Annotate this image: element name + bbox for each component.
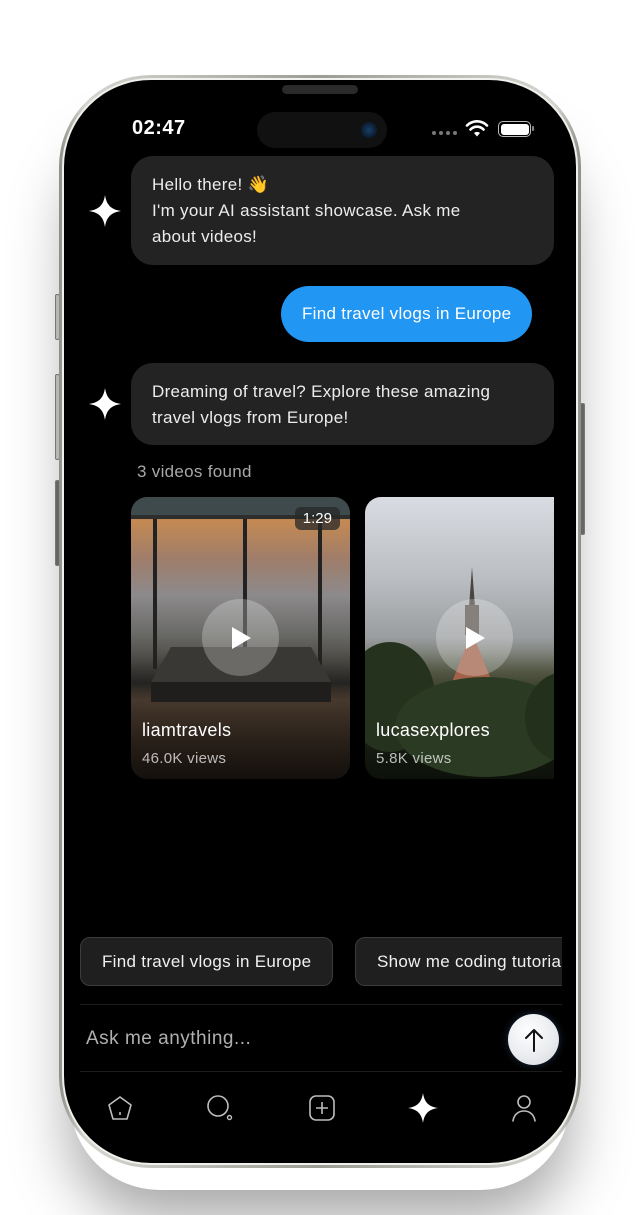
sparkle-icon xyxy=(89,195,121,227)
person-icon xyxy=(512,1094,536,1122)
tab-bar xyxy=(70,1085,570,1130)
dynamic-island xyxy=(257,112,387,148)
tab-search[interactable] xyxy=(195,1085,245,1130)
composer-divider-top xyxy=(80,1004,562,1005)
video-username: lucasexplores xyxy=(376,720,490,740)
assistant-message: Hello there! 👋 I'm your AI assistant sho… xyxy=(131,156,554,265)
sparkle-icon xyxy=(407,1092,439,1123)
message-line: Hello there! 👋 xyxy=(152,175,270,194)
play-icon xyxy=(231,626,251,649)
plus-square-icon xyxy=(309,1094,335,1121)
message-input[interactable] xyxy=(86,1022,486,1056)
tab-create[interactable] xyxy=(297,1085,347,1130)
video-card[interactable]: 1:29 liamtravels 46.0K views xyxy=(131,497,350,779)
suggestion-chip[interactable]: Show me coding tutorials xyxy=(355,937,562,986)
earpiece-speaker xyxy=(282,85,358,94)
wifi-icon xyxy=(465,120,489,137)
assistant-message: Dreaming of travel? Explore these amazin… xyxy=(131,363,554,445)
video-views: 5.8K views xyxy=(376,750,452,767)
user-message: Find travel vlogs in Europe xyxy=(281,286,533,342)
tab-home[interactable] xyxy=(95,1085,145,1130)
message-line: I'm your AI assistant showcase. Ask me xyxy=(152,201,461,220)
suggestion-chip[interactable]: Find travel vlogs in Europe xyxy=(80,937,334,986)
signal-dots-icon xyxy=(432,131,457,135)
message-line: Dreaming of travel? Explore these amazin… xyxy=(152,382,491,401)
sparkle-icon xyxy=(89,388,121,420)
video-views: 46.0K views xyxy=(142,750,227,767)
suggestion-chips: Find travel vlogs in Europe Show me codi… xyxy=(80,937,562,987)
video-carousel[interactable]: 1:29 liamtravels 46.0K views 1:2 lucasex… xyxy=(131,497,554,779)
play-button[interactable] xyxy=(202,599,279,676)
battery-icon xyxy=(498,121,534,137)
status-time: 02:47 xyxy=(132,117,186,139)
camera-icon xyxy=(361,122,377,138)
arrow-up-icon xyxy=(524,1028,543,1052)
play-button[interactable] xyxy=(436,599,513,676)
message-line: about videos! xyxy=(152,227,258,246)
video-username: liamtravels xyxy=(142,720,232,740)
composer-divider-bottom xyxy=(80,1071,562,1072)
tab-ai[interactable] xyxy=(398,1085,448,1130)
message-line: travel vlogs from Europe! xyxy=(152,408,349,427)
play-icon xyxy=(465,626,485,649)
video-duration: 1:29 xyxy=(294,507,340,530)
video-card[interactable]: 1:2 lucasexplores 5.8K views xyxy=(365,497,554,779)
home-icon xyxy=(108,1095,132,1120)
send-button[interactable] xyxy=(508,1014,559,1065)
search-icon xyxy=(207,1094,233,1120)
results-count: 3 videos found xyxy=(137,462,252,481)
tab-profile[interactable] xyxy=(499,1085,549,1130)
